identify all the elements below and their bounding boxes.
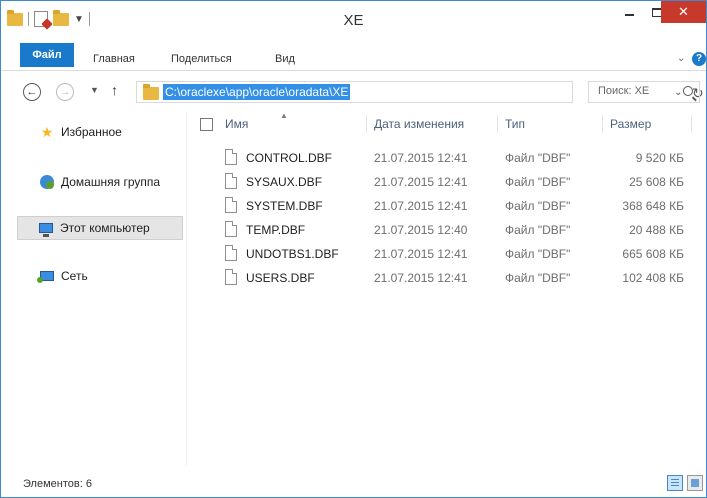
- nav-item-network[interactable]: Сеть: [1, 264, 187, 288]
- navigation-bar: ← → ▼ ↑ C:\oraclexe\app\oracle\oradata\X…: [1, 79, 706, 107]
- nav-item-homegroup[interactable]: Домашняя группа: [1, 170, 187, 194]
- tab-file[interactable]: Файл: [20, 43, 74, 67]
- explorer-window: ▼ XE ✕ Файл Главная Поделиться Вид ⌄ ? ←…: [0, 0, 707, 498]
- file-name: CONTROL.DBF: [246, 151, 333, 165]
- search-icon[interactable]: [683, 86, 693, 96]
- column-divider[interactable]: [366, 115, 367, 133]
- file-size: 665 608 КБ: [622, 247, 684, 261]
- file-date: 21.07.2015 12:41: [374, 271, 468, 285]
- tab-view[interactable]: Вид: [275, 47, 295, 71]
- computer-icon: [38, 220, 54, 237]
- up-button[interactable]: ↑: [111, 82, 118, 98]
- file-date: 21.07.2015 12:41: [374, 151, 468, 165]
- file-date: 21.07.2015 12:41: [374, 199, 468, 213]
- file-size: 25 608 КБ: [629, 175, 684, 189]
- forward-button[interactable]: →: [56, 83, 74, 101]
- column-header-name[interactable]: Имя: [225, 109, 248, 139]
- column-header-size[interactable]: Размер: [610, 109, 651, 139]
- file-size: 102 408 КБ: [622, 271, 684, 285]
- file-row[interactable]: USERS.DBF 21.07.2015 12:41 Файл "DBF" 10…: [188, 269, 706, 287]
- navigation-pane: ★ Избранное Домашняя группа Этот компьют…: [1, 111, 187, 466]
- file-name: TEMP.DBF: [246, 223, 306, 237]
- file-name: SYSTEM.DBF: [246, 199, 323, 213]
- search-input[interactable]: Поиск: XE: [588, 81, 700, 103]
- back-button[interactable]: ←: [23, 83, 41, 101]
- file-size: 9 520 КБ: [635, 151, 684, 165]
- file-name: SYSAUX.DBF: [246, 175, 323, 189]
- file-row[interactable]: SYSAUX.DBF 21.07.2015 12:41 Файл "DBF" 2…: [188, 173, 706, 191]
- column-header-date[interactable]: Дата изменения: [374, 109, 464, 139]
- search-placeholder: Поиск: XE: [598, 85, 650, 97]
- nav-item-label: Этот компьютер: [60, 221, 150, 235]
- large-icons-view-icon[interactable]: [687, 475, 703, 491]
- item-count: Элементов: 6: [23, 478, 92, 490]
- file-name: UNDOTBS1.DBF: [246, 247, 339, 261]
- expand-ribbon-icon[interactable]: ⌄: [677, 53, 685, 64]
- file-size: 368 648 КБ: [622, 199, 684, 213]
- file-date: 21.07.2015 12:40: [374, 223, 468, 237]
- file-size: 20 488 КБ: [629, 223, 684, 237]
- file-list: ▲ Имя Дата изменения Тип Размер CONTROL.…: [188, 109, 706, 466]
- file-type: Файл "DBF": [505, 247, 571, 261]
- recent-locations-icon[interactable]: ▼: [90, 85, 99, 95]
- file-type: Файл "DBF": [505, 175, 571, 189]
- file-type: Файл "DBF": [505, 271, 571, 285]
- address-bar[interactable]: C:\oraclexe\app\oracle\oradata\XE ⌄ ↻: [136, 81, 704, 103]
- tab-home[interactable]: Главная: [93, 47, 135, 71]
- close-button[interactable]: ✕: [661, 1, 706, 23]
- nav-item-label: Избранное: [61, 125, 122, 139]
- file-type: Файл "DBF": [505, 151, 571, 165]
- status-bar: Элементов: 6: [1, 468, 706, 497]
- nav-item-label: Сеть: [61, 269, 88, 283]
- file-row[interactable]: UNDOTBS1.DBF 21.07.2015 12:41 Файл "DBF"…: [188, 245, 706, 263]
- folder-icon: [143, 84, 159, 100]
- file-row[interactable]: CONTROL.DBF 21.07.2015 12:41 Файл "DBF" …: [188, 149, 706, 167]
- file-name: USERS.DBF: [246, 271, 315, 285]
- file-date: 21.07.2015 12:41: [374, 175, 468, 189]
- file-icon: [225, 269, 237, 285]
- ribbon-tabs: Файл Главная Поделиться Вид ⌄ ?: [1, 43, 706, 71]
- file-icon: [225, 173, 237, 189]
- file-icon: [225, 221, 237, 237]
- title-bar: ▼ XE ✕: [1, 1, 706, 41]
- file-icon: [225, 197, 237, 213]
- nav-item-this-pc[interactable]: Этот компьютер: [17, 216, 183, 240]
- file-type: Файл "DBF": [505, 223, 571, 237]
- nav-item-label: Домашняя группа: [61, 175, 161, 189]
- nav-item-favorites[interactable]: ★ Избранное: [1, 120, 187, 144]
- column-divider[interactable]: [602, 115, 603, 133]
- file-icon: [225, 245, 237, 261]
- help-icon[interactable]: ?: [692, 52, 706, 66]
- homegroup-icon: [39, 174, 55, 190]
- select-all-checkbox[interactable]: [200, 118, 213, 131]
- column-header-type[interactable]: Тип: [505, 109, 525, 139]
- star-icon: ★: [40, 123, 54, 140]
- column-divider[interactable]: [691, 115, 692, 133]
- tab-share[interactable]: Поделиться: [171, 47, 232, 71]
- details-view-icon[interactable]: [667, 475, 683, 491]
- file-icon: [225, 149, 237, 165]
- minimize-button[interactable]: [615, 1, 643, 23]
- file-row[interactable]: SYSTEM.DBF 21.07.2015 12:41 Файл "DBF" 3…: [188, 197, 706, 215]
- file-type: Файл "DBF": [505, 199, 571, 213]
- minimize-icon: [624, 14, 634, 16]
- file-date: 21.07.2015 12:41: [374, 247, 468, 261]
- network-icon: [37, 268, 55, 284]
- window-title: XE: [343, 12, 364, 29]
- sort-ascending-icon: ▲: [280, 111, 288, 120]
- address-path[interactable]: C:\oraclexe\app\oracle\oradata\XE: [163, 84, 351, 100]
- file-row[interactable]: TEMP.DBF 21.07.2015 12:40 Файл "DBF" 20 …: [188, 221, 706, 239]
- column-divider[interactable]: [497, 115, 498, 133]
